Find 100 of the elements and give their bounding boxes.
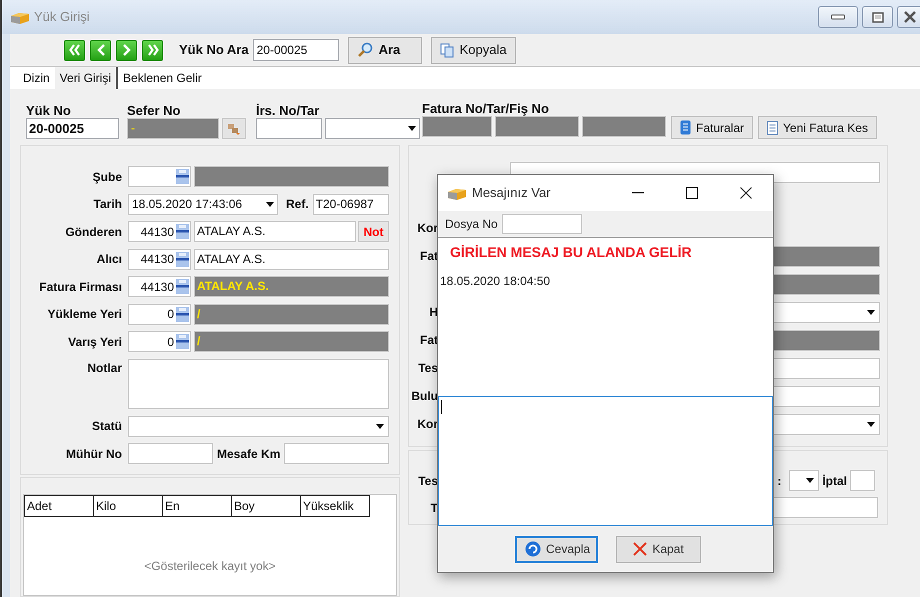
column-header[interactable]: Boy bbox=[231, 495, 301, 517]
lookup-button[interactable] bbox=[174, 304, 190, 324]
reply-field[interactable] bbox=[438, 396, 773, 526]
list-icon bbox=[174, 306, 190, 323]
field-label: Sefer No bbox=[127, 102, 182, 118]
double-chevron-left-icon bbox=[68, 44, 80, 56]
field-label: Tarih bbox=[92, 196, 122, 214]
cancel-field[interactable] bbox=[850, 470, 875, 491]
maximize-button[interactable] bbox=[862, 6, 893, 28]
boxes-icon bbox=[227, 122, 241, 136]
field-label: Gönderen bbox=[64, 224, 122, 241]
lookup-button[interactable] bbox=[174, 332, 190, 352]
close-icon bbox=[903, 11, 917, 23]
column-header[interactable]: Yükseklik bbox=[300, 495, 370, 517]
name-field: / bbox=[194, 304, 389, 325]
dropdown-arrow-icon bbox=[266, 202, 274, 207]
field-label: Notlar bbox=[86, 360, 122, 376]
column-header[interactable]: Adet bbox=[24, 495, 94, 517]
field-label: Tes bbox=[418, 472, 438, 490]
field-label: Yükleme Yeri bbox=[46, 306, 122, 324]
field-label: Mühür No bbox=[65, 446, 122, 463]
field-label: Fat bbox=[420, 248, 438, 265]
field-label: H bbox=[429, 304, 438, 321]
code-field[interactable] bbox=[128, 166, 191, 188]
field-label: Kor bbox=[417, 416, 438, 433]
list-icon bbox=[174, 223, 190, 240]
load-number-field[interactable]: 20-00025 bbox=[26, 118, 119, 139]
field-label: Fat bbox=[420, 332, 438, 349]
field-label: Fatura Firması bbox=[38, 278, 122, 296]
field-label: Tes bbox=[418, 360, 438, 377]
field-label: Dosya No bbox=[445, 216, 498, 233]
trip-number-field: - bbox=[127, 118, 219, 139]
maximize-icon bbox=[686, 187, 698, 199]
invoice-field bbox=[422, 116, 492, 137]
dropdown[interactable] bbox=[789, 470, 820, 491]
copy-button[interactable]: Kopyala bbox=[430, 36, 516, 64]
close-dialog-button[interactable]: Kapat bbox=[616, 536, 701, 562]
column-header[interactable]: En bbox=[162, 495, 232, 517]
last-page-button[interactable] bbox=[142, 40, 163, 61]
name-field[interactable]: ATALAY A.S. bbox=[194, 221, 356, 242]
date-dropdown[interactable]: 18.05.2020 17:43:06 bbox=[128, 194, 278, 215]
trip-lookup-button[interactable] bbox=[222, 118, 246, 139]
message-timestamp: 18.05.2020 18:04:50 bbox=[440, 273, 550, 290]
double-chevron-right-icon bbox=[146, 44, 158, 56]
dropdown-arrow-icon bbox=[376, 424, 384, 429]
code-field[interactable]: 0 bbox=[128, 304, 191, 325]
search-icon bbox=[356, 42, 373, 58]
dropdown-arrow-icon bbox=[806, 478, 814, 483]
maximize-icon bbox=[872, 12, 884, 22]
chevron-right-icon bbox=[120, 44, 132, 56]
field-label: Bulu bbox=[411, 388, 438, 405]
copy-icon bbox=[440, 42, 454, 58]
code-field[interactable]: 44130 bbox=[128, 248, 191, 270]
invoices-button[interactable]: Faturalar bbox=[671, 116, 754, 139]
lookup-button[interactable] bbox=[174, 167, 190, 186]
minimize-button[interactable] bbox=[818, 6, 858, 28]
lookup-button[interactable] bbox=[174, 277, 190, 296]
minimize-icon bbox=[632, 192, 644, 194]
dropdown-arrow-icon bbox=[867, 310, 875, 314]
column-header[interactable]: Kilo bbox=[93, 495, 163, 517]
search-label: Yük No Ara bbox=[179, 41, 249, 60]
waybill-number-field[interactable] bbox=[256, 118, 322, 139]
seal-number-field[interactable] bbox=[128, 443, 213, 464]
name-field[interactable]: ATALAY A.S. bbox=[194, 248, 389, 270]
list-icon bbox=[174, 168, 190, 186]
window-title: Yük Girişi bbox=[34, 8, 90, 26]
lookup-button[interactable] bbox=[174, 250, 190, 269]
reference-field[interactable]: T20-06987 bbox=[312, 194, 389, 215]
field-label: Fatura No/Tar/Fiş No bbox=[422, 100, 550, 116]
field-label: Şube bbox=[92, 168, 122, 186]
dropdown-arrow-icon bbox=[867, 422, 875, 426]
notes-field[interactable] bbox=[128, 358, 389, 408]
search-button[interactable]: Ara bbox=[348, 36, 422, 64]
file-number-field[interactable] bbox=[502, 214, 582, 234]
code-field[interactable]: 0 bbox=[128, 331, 191, 352]
document-icon bbox=[767, 120, 778, 134]
lookup-button[interactable] bbox=[174, 222, 190, 242]
minimize-icon bbox=[831, 14, 845, 20]
field-label: : bbox=[777, 472, 782, 490]
code-field[interactable]: 44130 bbox=[128, 221, 191, 242]
close-button[interactable] bbox=[897, 6, 920, 28]
field-label: İptal bbox=[822, 472, 847, 490]
document-icon bbox=[680, 120, 691, 135]
search-field[interactable]: 20-00025 bbox=[252, 39, 339, 62]
close-icon bbox=[740, 187, 752, 199]
previous-button[interactable] bbox=[90, 40, 111, 61]
field-label: Ref. bbox=[286, 196, 309, 214]
list-icon bbox=[174, 333, 190, 350]
field-label: Varış Yeri bbox=[67, 334, 122, 351]
distance-field[interactable] bbox=[284, 443, 389, 464]
name-field: / bbox=[194, 331, 389, 352]
chevron-left-icon bbox=[94, 44, 106, 56]
code-field[interactable]: 44130 bbox=[128, 276, 191, 298]
dropdown-arrow-icon bbox=[408, 126, 416, 131]
reply-icon bbox=[525, 541, 541, 557]
tab[interactable]: Veri Girişi bbox=[54, 67, 118, 89]
first-page-button[interactable] bbox=[64, 40, 85, 61]
new-invoice-button[interactable]: Yeni Fatura Kes bbox=[758, 116, 877, 139]
next-button[interactable] bbox=[116, 40, 137, 61]
reply-button[interactable]: Cevapla bbox=[515, 536, 598, 562]
